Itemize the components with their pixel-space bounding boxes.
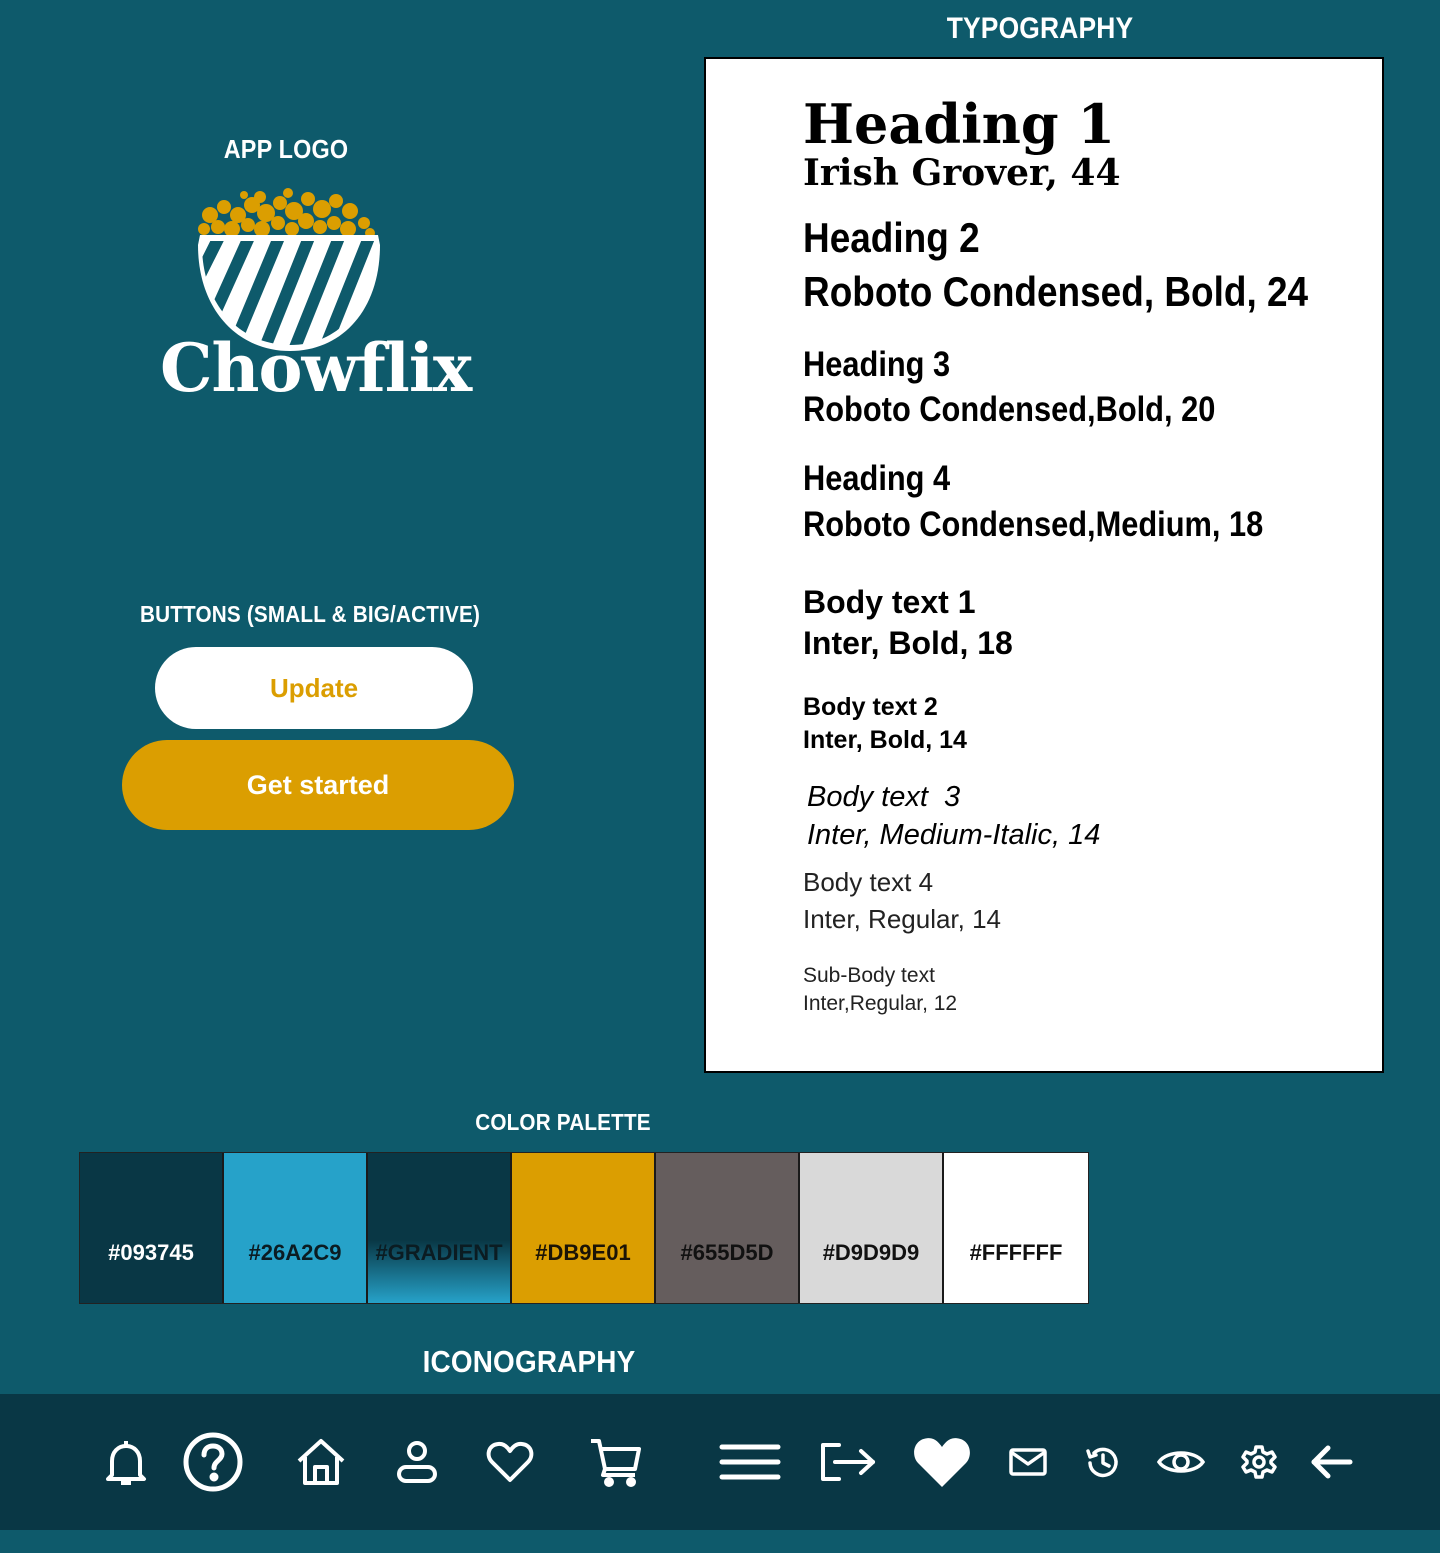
heart-filled-icon[interactable] bbox=[910, 1394, 974, 1530]
help-icon[interactable] bbox=[180, 1394, 246, 1530]
color-swatch-gradient: #GRADIENT bbox=[368, 1153, 512, 1303]
get-started-button[interactable]: Get started bbox=[122, 740, 514, 830]
sub-body-text-sample: Sub-Body text bbox=[803, 964, 935, 987]
app-logo: Chowflix bbox=[160, 185, 472, 415]
heading-2-sample: Heading 2 bbox=[803, 214, 980, 261]
home-icon[interactable] bbox=[292, 1394, 350, 1530]
body-text-4-spec: Inter, Regular, 14 bbox=[803, 904, 1002, 934]
heading-2-spec: Roboto Condensed, Bold, 24 bbox=[803, 268, 1309, 315]
color-swatch-db9e01: #DB9E01 bbox=[512, 1153, 656, 1303]
heading-3-sample: Heading 3 bbox=[803, 345, 951, 384]
color-swatch-ffffff: #FFFFFF bbox=[944, 1153, 1088, 1303]
color-swatch-26a2c9: #26A2C9 bbox=[224, 1153, 368, 1303]
typography-card: Heading 1 Irish Grover, 44 Heading 2 Rob… bbox=[704, 57, 1384, 1073]
cart-icon[interactable] bbox=[588, 1394, 644, 1530]
heading-1-sample: Heading 1 bbox=[803, 92, 1116, 156]
sub-body-text-spec: Inter,Regular, 12 bbox=[803, 992, 958, 1015]
logout-icon[interactable] bbox=[818, 1394, 878, 1530]
user-icon[interactable] bbox=[390, 1394, 444, 1530]
heading-3-spec: Roboto Condensed,Bold, 20 bbox=[803, 390, 1216, 429]
color-palette-section-title: COLOR PALETTE bbox=[475, 1109, 651, 1135]
iconography-section-title: ICONOGRAPHY bbox=[422, 1344, 636, 1379]
body-text-3-spec: Inter, Medium-Italic, 14 bbox=[807, 819, 1101, 851]
eye-icon[interactable] bbox=[1156, 1394, 1206, 1530]
heading-4-spec: Roboto Condensed,Medium, 18 bbox=[803, 505, 1264, 544]
body-text-2-sample: Body text 2 bbox=[803, 693, 938, 721]
buttons-section-title: BUTTONS (SMALL & BIG/ACTIVE) bbox=[139, 601, 481, 627]
bell-icon[interactable] bbox=[98, 1394, 154, 1530]
color-swatch-655d5d: #655D5D bbox=[656, 1153, 800, 1303]
logo-wordmark: Chowflix bbox=[160, 329, 472, 407]
body-text-1-spec: Inter, Bold, 18 bbox=[803, 625, 1013, 661]
arrow-left-icon[interactable] bbox=[1308, 1394, 1356, 1530]
body-text-1-sample: Body text 1 bbox=[803, 584, 976, 620]
heading-1-spec: Irish Grover, 44 bbox=[803, 152, 1121, 194]
iconography-bar bbox=[0, 1394, 1440, 1530]
body-text-2-spec: Inter, Bold, 14 bbox=[803, 726, 967, 754]
mail-icon[interactable] bbox=[1006, 1394, 1050, 1530]
color-swatch-093745: #093745 bbox=[80, 1153, 224, 1303]
update-button[interactable]: Update bbox=[155, 647, 473, 729]
app-logo-section-title: APP LOGO bbox=[223, 134, 349, 164]
color-swatch-d9d9d9: #D9D9D9 bbox=[800, 1153, 944, 1303]
body-text-4-sample: Body text 4 bbox=[803, 867, 934, 897]
history-icon[interactable] bbox=[1080, 1394, 1124, 1530]
color-palette: #093745 #26A2C9 #GRADIENT #DB9E01 #655D5… bbox=[79, 1152, 1089, 1304]
gear-icon[interactable] bbox=[1238, 1394, 1280, 1530]
menu-icon[interactable] bbox=[716, 1394, 784, 1530]
body-text-3-sample: Body text 3 bbox=[807, 781, 961, 813]
typography-section-title: TYPOGRAPHY bbox=[946, 12, 1134, 45]
heart-outline-icon[interactable] bbox=[484, 1394, 536, 1530]
heading-4-sample: Heading 4 bbox=[803, 459, 951, 498]
